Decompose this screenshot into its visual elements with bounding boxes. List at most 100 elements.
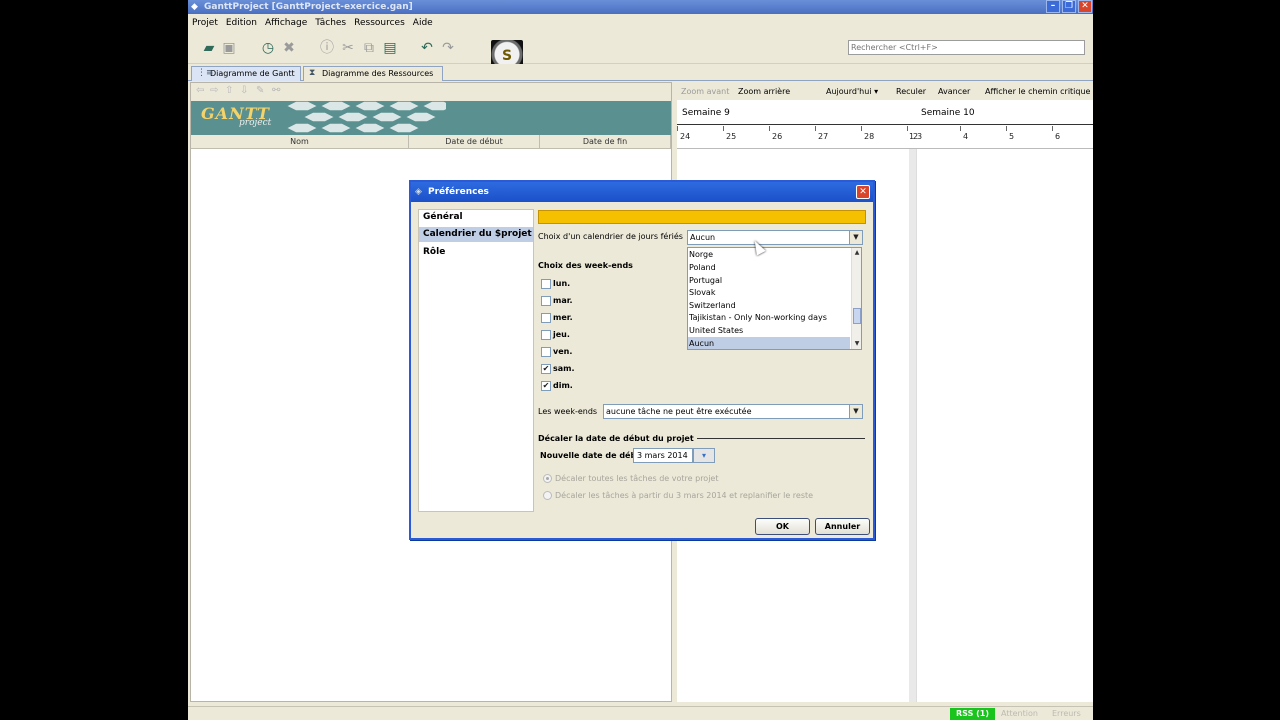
dialog-titlebar[interactable]: ◈ Préférences: [411, 182, 873, 202]
zoom-in-button[interactable]: Zoom avant: [681, 87, 729, 96]
scroll-down-icon[interactable]: ▼: [852, 339, 861, 349]
weekday-checkbox-checked[interactable]: ✔: [541, 381, 551, 391]
day-label: 27: [818, 132, 829, 141]
shift-all-radio[interactable]: [543, 474, 552, 483]
main-toolbar: ▰ ▣ ◷ ✖ ⓘ ✂ ⧉ ▤ ↶ ↷ S: [188, 31, 1093, 72]
column-start-date[interactable]: Date de début: [409, 135, 540, 149]
today-button[interactable]: Aujourd'hui ▾: [826, 87, 878, 96]
weekend-choice-heading: Choix des week-ends: [538, 261, 633, 270]
zoom-out-button[interactable]: Zoom arrière: [738, 87, 790, 96]
menu-aide[interactable]: Aide: [413, 18, 433, 28]
menu-edition[interactable]: Edition: [226, 18, 257, 28]
shift-all-label: Décaler toutes les tâches de votre proje…: [555, 474, 719, 483]
dialog-close-button[interactable]: ✕: [856, 185, 870, 199]
column-name[interactable]: Nom: [191, 135, 409, 149]
holiday-calendar-select[interactable]: Aucun ▼: [687, 230, 863, 245]
redo-icon[interactable]: ↷: [440, 40, 456, 56]
calendar-option[interactable]: Tajikistan - Only Non-working days: [688, 311, 850, 324]
calendar-option[interactable]: United States: [688, 324, 850, 337]
critical-path-button[interactable]: Afficher le chemin critique: [985, 87, 1090, 96]
holiday-calendar-value: Aucun: [690, 233, 716, 242]
shift-from-radio[interactable]: [543, 491, 552, 500]
move-down-icon[interactable]: ⇩: [240, 85, 248, 96]
calendar-option[interactable]: Norge: [688, 248, 850, 261]
forward-button[interactable]: Avancer: [938, 87, 970, 96]
errors-status[interactable]: Erreurs: [1052, 709, 1081, 718]
cancel-button[interactable]: Annuler: [815, 518, 870, 535]
close-window-button[interactable]: ✕: [1078, 0, 1092, 13]
window-title: GanttProject [GanttProject-exercice.gan]: [204, 2, 413, 12]
nav-item-project-calendar[interactable]: Calendrier du $projet: [419, 227, 533, 242]
save-icon[interactable]: ▣: [221, 40, 237, 56]
move-up-icon[interactable]: ⇧: [225, 85, 233, 96]
holiday-calendar-dropdown-list: Norge Poland Portugal Slovak Switzerland…: [687, 247, 862, 350]
chevron-down-icon[interactable]: ▼: [849, 231, 862, 244]
edit-pencil-icon[interactable]: ✎: [256, 85, 264, 96]
ok-button[interactable]: OK: [755, 518, 810, 535]
calendar-option[interactable]: Poland: [688, 261, 850, 274]
open-project-icon[interactable]: ▰: [201, 40, 217, 56]
day-tick: [907, 126, 908, 131]
gantt-logo-subtext: project: [239, 118, 272, 128]
weekends-behavior-value: aucune tâche ne peut être exécutée: [606, 407, 752, 416]
menu-projet[interactable]: Projet: [192, 18, 218, 28]
new-start-date-field[interactable]: 3 mars 2014: [633, 448, 693, 463]
calendar-option[interactable]: Slovak: [688, 286, 850, 299]
weekends-label: Les week-ends: [538, 407, 598, 416]
link-icon[interactable]: ⚯: [272, 85, 280, 96]
status-bar: RSS (1) Attention Erreurs: [188, 706, 1093, 720]
search-input[interactable]: [848, 40, 1085, 55]
clock-icon[interactable]: ◷: [260, 40, 276, 56]
day-label: 6: [1055, 132, 1061, 141]
ganttproject-banner: GANTT project: [191, 101, 671, 135]
app-icon: ◆: [191, 2, 198, 12]
day-tick: [1006, 126, 1007, 131]
calendar-picker-icon[interactable]: ▾: [693, 448, 715, 463]
tab-resources-label: Diagramme des Ressources: [322, 69, 434, 78]
nav-item-general[interactable]: Général: [419, 210, 533, 225]
delete-icon[interactable]: ✖: [281, 40, 297, 56]
rss-badge[interactable]: RSS (1): [950, 708, 995, 720]
menu-taches[interactable]: Tâches: [315, 18, 346, 28]
cut-icon[interactable]: ✂: [340, 40, 356, 56]
day-label: 28: [864, 132, 875, 141]
paste-icon[interactable]: ▤: [382, 40, 398, 56]
weekday-checkbox[interactable]: [541, 279, 551, 289]
scroll-up-icon[interactable]: ▲: [852, 248, 861, 258]
copy-icon[interactable]: ⧉: [361, 40, 377, 56]
move-left-icon[interactable]: ⇦: [196, 85, 204, 96]
weekday-checkbox[interactable]: [541, 330, 551, 340]
weekends-behavior-select[interactable]: aucune tâche ne peut être exécutée ▼: [603, 404, 863, 419]
minimize-button[interactable]: –: [1046, 0, 1060, 13]
restore-button[interactable]: ❐: [1062, 0, 1076, 13]
weekday-label: ven.: [553, 347, 573, 356]
tab-resources-chart[interactable]: ⧗ Diagramme des Ressources: [303, 66, 443, 81]
day-tick: [723, 126, 724, 131]
weekday-label: dim.: [553, 381, 573, 390]
day-label: 25: [726, 132, 737, 141]
menu-affichage[interactable]: Affichage: [265, 18, 307, 28]
weekday-checkbox[interactable]: [541, 313, 551, 323]
move-right-icon[interactable]: ⇨: [210, 85, 218, 96]
column-end-date[interactable]: Date de fin: [540, 135, 671, 149]
weekday-checkbox[interactable]: [541, 296, 551, 306]
weekday-checkbox-checked[interactable]: ✔: [541, 364, 551, 374]
window-titlebar[interactable]: ◆ GanttProject [GanttProject-exercice.ga…: [188, 0, 1093, 14]
preferences-nav: Général Calendrier du $projet Rôle: [418, 209, 534, 512]
nav-item-role[interactable]: Rôle: [419, 245, 533, 260]
scroll-thumb[interactable]: [853, 308, 861, 324]
new-start-date-label: Nouvelle date de début: [540, 451, 646, 460]
chevron-down-icon[interactable]: ▼: [849, 405, 862, 418]
menu-ressources[interactable]: Ressources: [354, 18, 405, 28]
info-icon[interactable]: ⓘ: [319, 40, 335, 56]
tab-gantt-chart[interactable]: ⋮≡ Diagramme de Gantt: [191, 66, 301, 81]
calendar-option-selected[interactable]: Aucun: [688, 337, 850, 349]
back-button[interactable]: Reculer: [896, 87, 926, 96]
shift-from-label: Décaler les tâches à partir du 3 mars 20…: [555, 491, 814, 500]
attention-status[interactable]: Attention: [1001, 709, 1038, 718]
dialog-app-icon: ◈: [415, 187, 422, 197]
undo-icon[interactable]: ↶: [419, 40, 435, 56]
today-label: Aujourd'hui: [826, 87, 872, 96]
weekday-checkbox[interactable]: [541, 347, 551, 357]
dropdown-scrollbar[interactable]: ▲ ▼: [851, 248, 861, 349]
